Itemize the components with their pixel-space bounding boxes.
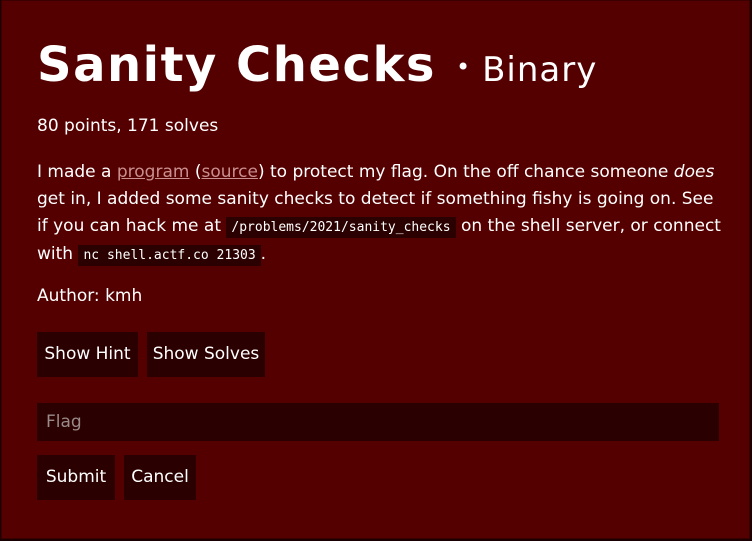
show-solves-button[interactable]: Show Solves: [147, 332, 265, 377]
title-separator: •: [455, 53, 471, 81]
challenge-title: Sanity Checks: [37, 37, 436, 93]
program-link[interactable]: program: [117, 162, 190, 182]
author-line: Author: kmh: [37, 286, 143, 306]
challenge-category: Binary: [482, 50, 598, 90]
challenge-card: Sanity Checks • Binary 80 points, 171 so…: [1, 0, 750, 539]
desc-paren-open: (: [189, 162, 202, 182]
challenge-description: I made a program (source) to protect my …: [37, 159, 727, 269]
desc-text-2: ) to protect my flag. On the off chance …: [257, 162, 674, 182]
source-link[interactable]: source: [202, 162, 258, 182]
flag-input[interactable]: [37, 403, 719, 441]
submit-button[interactable]: Submit: [37, 455, 115, 500]
show-hint-button[interactable]: Show Hint: [37, 332, 138, 377]
points-solves: 80 points, 171 solves: [37, 116, 219, 136]
desc-text-1: I made a: [37, 162, 117, 182]
cancel-button[interactable]: Cancel: [124, 455, 196, 500]
desc-emphasis: does: [673, 162, 715, 182]
nc-command-code: nc shell.actf.co 21303: [78, 245, 261, 266]
title-row: Sanity Checks • Binary: [37, 37, 597, 93]
desc-text-5: .: [260, 244, 267, 264]
path-code: /problems/2021/sanity_checks: [226, 217, 456, 238]
